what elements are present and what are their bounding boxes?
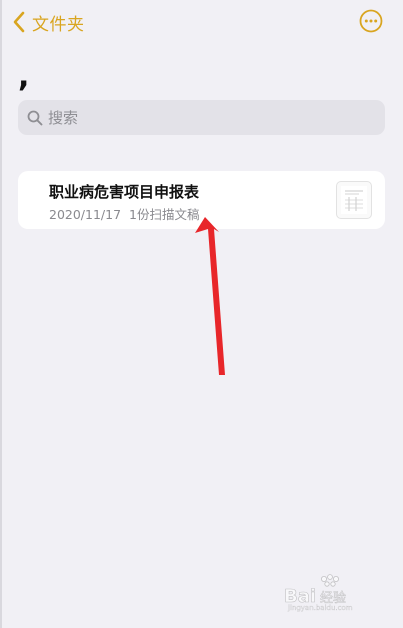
watermark-logo: Bai 经验 jingyan.baidu.com <box>284 574 353 612</box>
notes-folder-screen: 文件夹 , 职业病危害项目申报表 2020/11/17 1份扫描文稿 <box>0 0 403 628</box>
screen-edge <box>0 0 2 628</box>
note-description: 1份扫描文稿 <box>129 207 200 222</box>
back-label: 文件夹 <box>32 14 85 35</box>
note-date: 2020/11/17 <box>49 207 122 222</box>
svg-text:jingyan.baidu.com: jingyan.baidu.com <box>287 604 353 612</box>
more-button[interactable] <box>359 9 383 33</box>
chevron-left-icon <box>8 10 30 34</box>
search-icon <box>26 109 44 127</box>
note-meta: 2020/11/17 1份扫描文稿 <box>49 204 200 223</box>
annotation-arrow <box>195 217 225 375</box>
note-title: 职业病危害项目申报表 <box>49 183 200 201</box>
folder-title: , <box>18 59 30 94</box>
search-bar[interactable] <box>18 100 385 135</box>
note-list-item[interactable]: 职业病危害项目申报表 2020/11/17 1份扫描文稿 <box>18 171 385 229</box>
back-button[interactable]: 文件夹 <box>8 8 85 36</box>
note-thumbnail <box>336 181 372 219</box>
ellipsis-circle-icon <box>359 9 383 33</box>
search-input[interactable] <box>48 108 368 127</box>
